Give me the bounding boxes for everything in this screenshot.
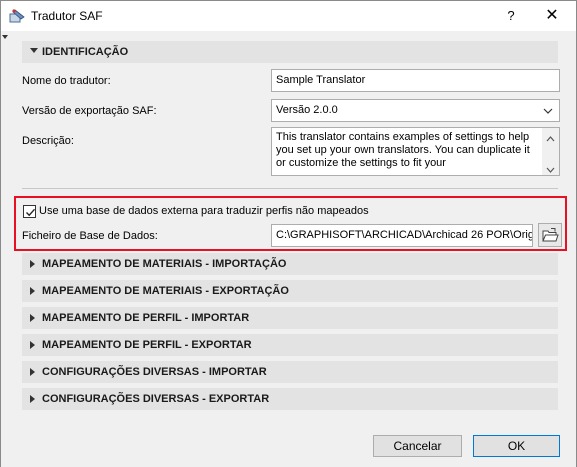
section-label: MAPEAMENTO DE MATERIAIS - EXPORTAÇÃO — [42, 285, 289, 297]
chevron-right-icon — [30, 260, 35, 268]
folder-open-icon — [542, 228, 559, 242]
section-profile-import[interactable]: MAPEAMENTO DE PERFIL - IMPORTAR — [22, 307, 558, 329]
section-misc-export[interactable]: CONFIGURAÇÕES DIVERSAS - EXPORTAR — [22, 388, 558, 410]
section-materials-export[interactable]: MAPEAMENTO DE MATERIAIS - EXPORTAÇÃO — [22, 280, 558, 302]
section-label: MAPEAMENTO DE PERFIL - IMPORTAR — [42, 312, 250, 324]
app-icon — [9, 8, 27, 24]
section-label: MAPEAMENTO DE PERFIL - EXPORTAR — [42, 339, 252, 351]
description-textarea[interactable]: This translator contains examples of set… — [271, 127, 560, 176]
chevron-down-icon — [30, 48, 38, 53]
translator-name-input[interactable]: Sample Translator — [271, 69, 560, 92]
external-db-checkbox[interactable] — [23, 205, 36, 218]
cancel-button[interactable]: Cancelar — [373, 435, 462, 457]
divider — [22, 188, 558, 189]
corner-arrow-icon — [2, 35, 8, 39]
dialog-window: Tradutor SAF ? ✕ IDENTIFICAÇÃO Nome do t… — [0, 0, 577, 467]
export-version-value: Versão 2.0.0 — [276, 104, 338, 116]
section-identificacao[interactable]: IDENTIFICAÇÃO — [22, 41, 558, 63]
translator-name-label: Nome do tradutor: — [22, 75, 111, 87]
chevron-right-icon — [30, 341, 35, 349]
chevron-right-icon — [30, 395, 35, 403]
help-button[interactable]: ? — [496, 5, 526, 27]
chevron-right-icon — [30, 287, 35, 295]
section-label: CONFIGURAÇÕES DIVERSAS - EXPORTAR — [42, 393, 270, 405]
dialog-body: IDENTIFICAÇÃO Nome do tradutor: Sample T… — [1, 31, 576, 467]
chevron-down-icon — [543, 106, 553, 114]
database-file-input[interactable]: C:\GRAPHISOFT\ARCHICAD\Archicad 26 POR\O… — [271, 224, 533, 247]
section-label: MAPEAMENTO DE MATERIAIS - IMPORTAÇÃO — [42, 258, 287, 270]
section-profile-export[interactable]: MAPEAMENTO DE PERFIL - EXPORTAR — [22, 334, 558, 356]
description-label: Descrição: — [22, 135, 74, 147]
browse-button[interactable] — [538, 223, 562, 247]
export-version-label: Versão de exportação SAF: — [22, 105, 157, 117]
ok-button[interactable]: OK — [473, 435, 560, 457]
description-text: This translator contains examples of set… — [276, 131, 530, 169]
database-file-label: Ficheiro de Base de Dados: — [22, 230, 158, 242]
scroll-up-icon[interactable] — [546, 133, 555, 142]
section-label: IDENTIFICAÇÃO — [42, 46, 129, 58]
chevron-right-icon — [30, 368, 35, 376]
scroll-down-icon[interactable] — [546, 164, 555, 173]
section-label: CONFIGURAÇÕES DIVERSAS - IMPORTAR — [42, 366, 267, 378]
description-scrollbar[interactable] — [542, 128, 559, 175]
window-title: Tradutor SAF — [31, 9, 103, 23]
title-bar: Tradutor SAF ? ✕ — [1, 1, 576, 31]
external-db-checkbox-label[interactable]: Use uma base de dados externa para tradu… — [39, 205, 369, 217]
close-button[interactable]: ✕ — [537, 5, 567, 27]
section-misc-import[interactable]: CONFIGURAÇÕES DIVERSAS - IMPORTAR — [22, 361, 558, 383]
chevron-right-icon — [30, 314, 35, 322]
export-version-select[interactable]: Versão 2.0.0 — [271, 99, 560, 122]
section-materials-import[interactable]: MAPEAMENTO DE MATERIAIS - IMPORTAÇÃO — [22, 253, 558, 275]
